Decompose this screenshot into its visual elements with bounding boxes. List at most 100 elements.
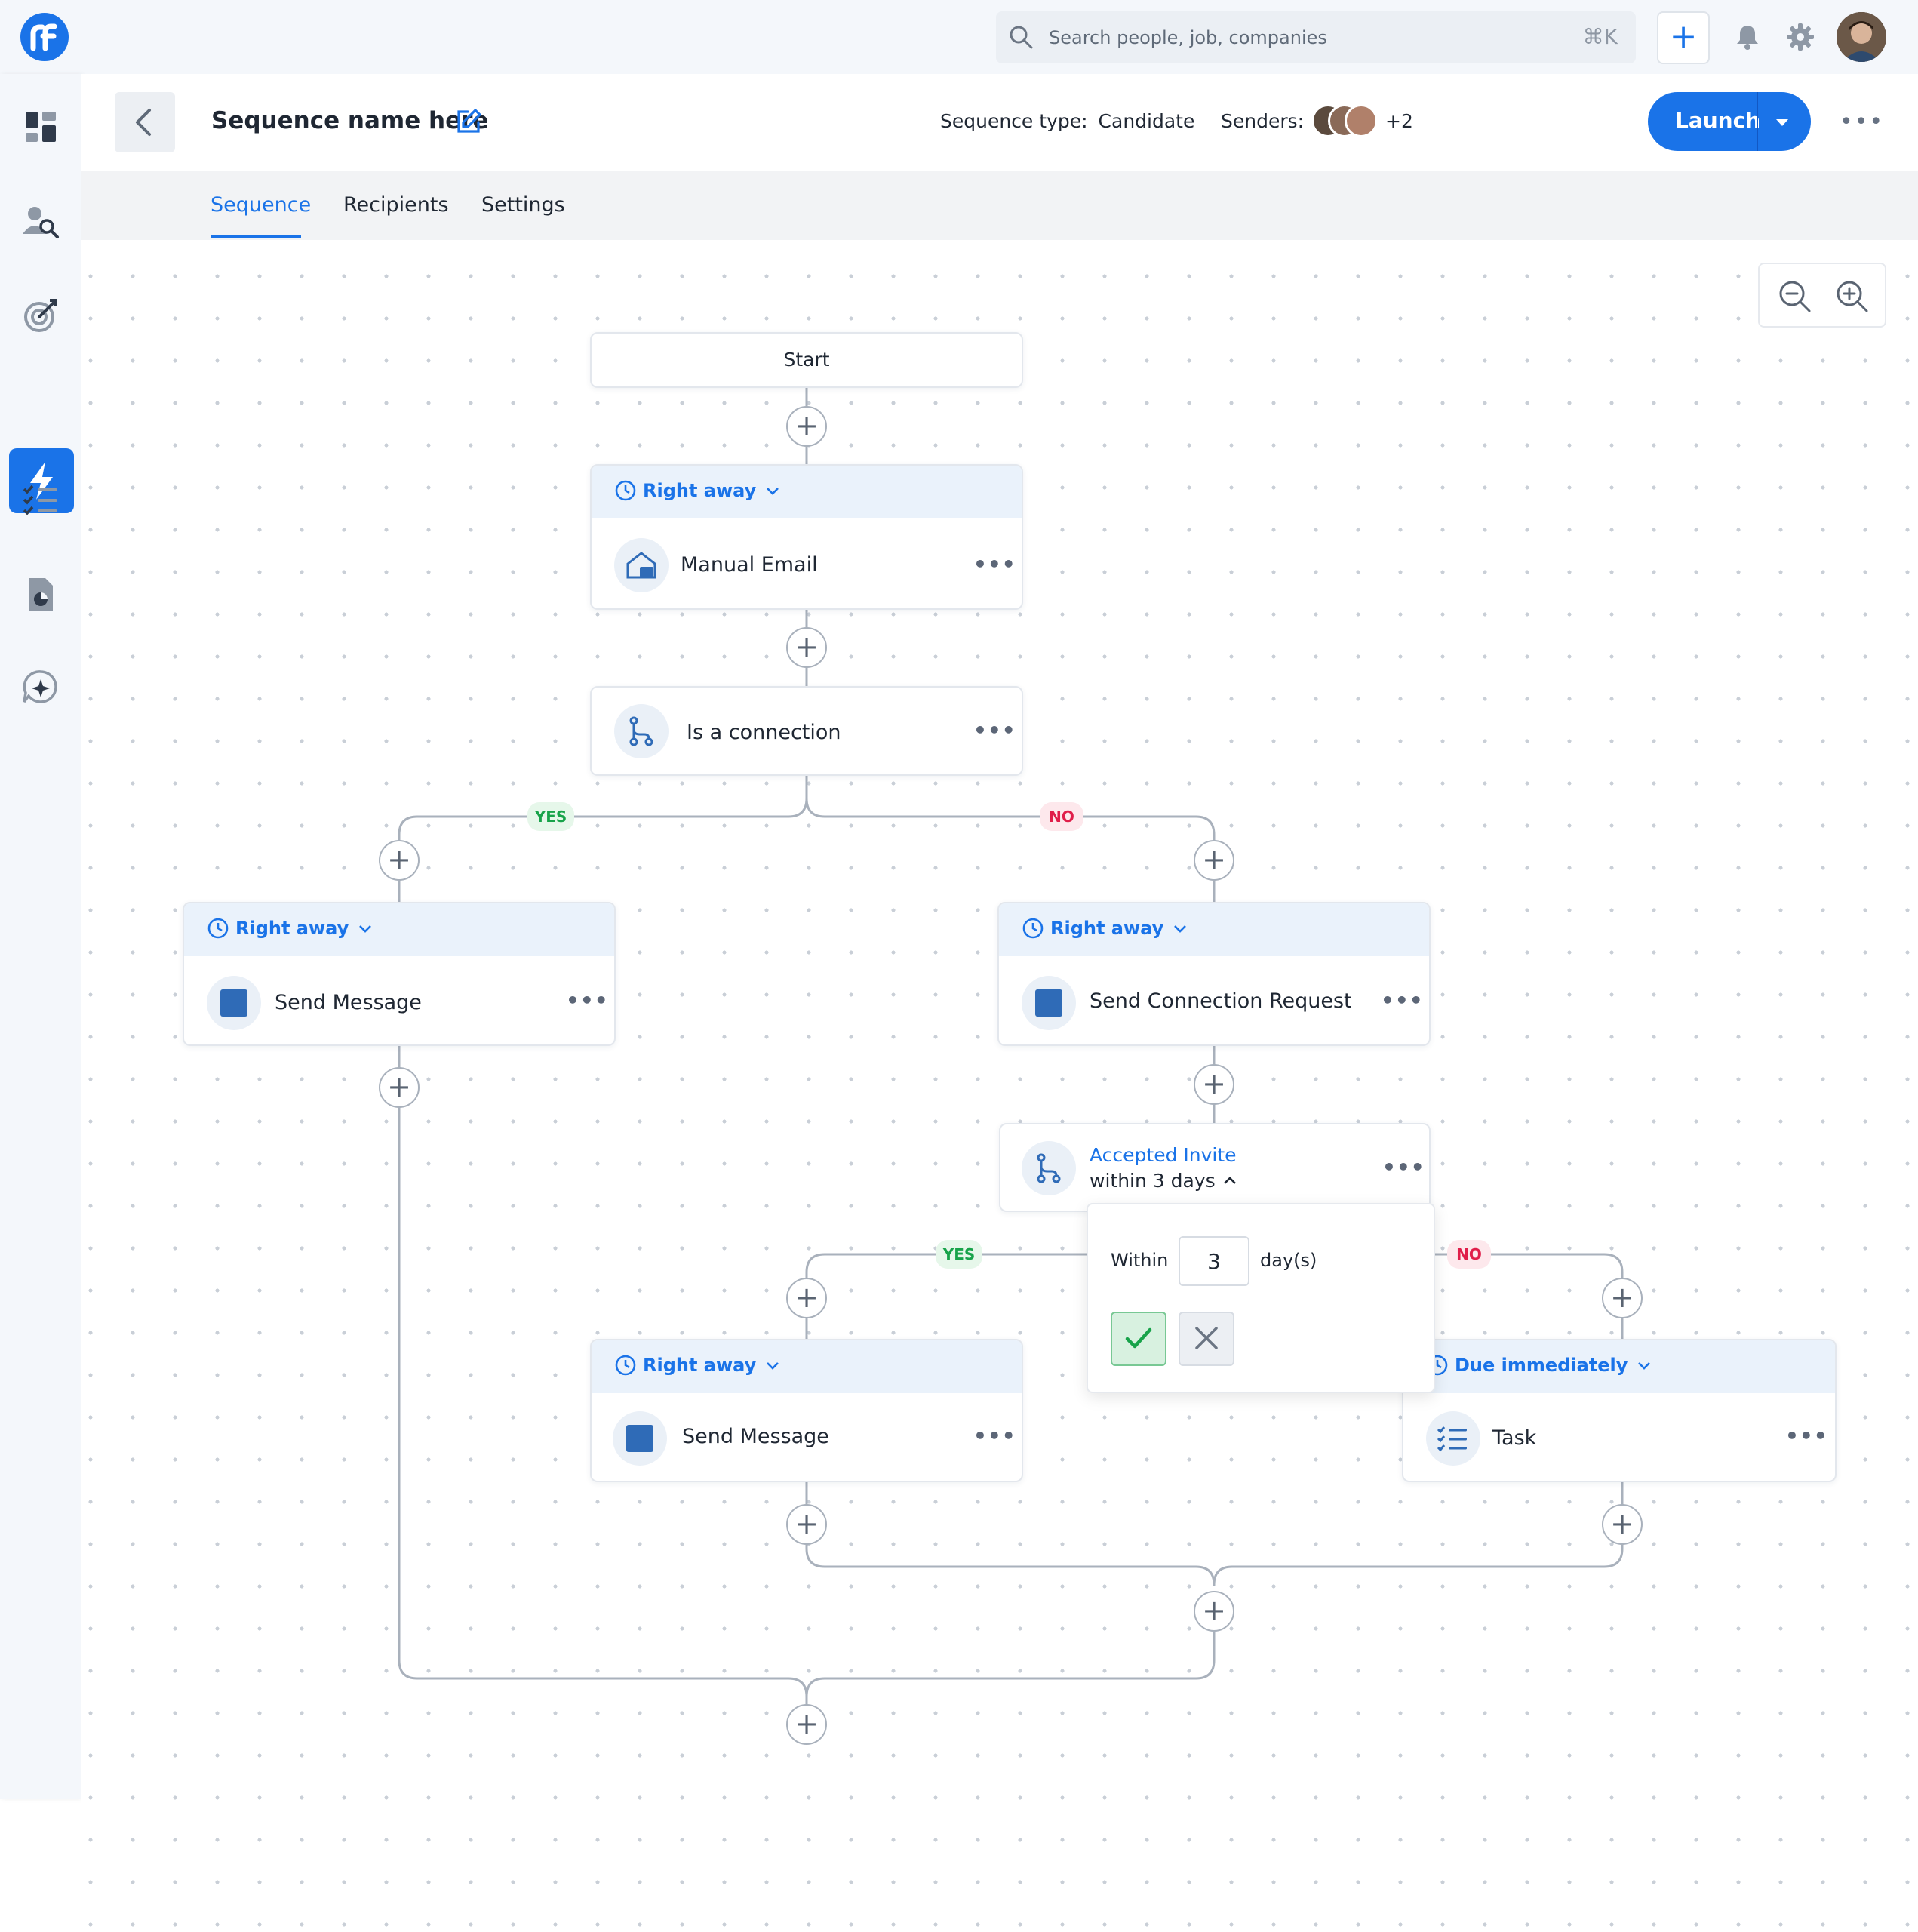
sequence-type: Sequence type: Candidate <box>940 110 1194 132</box>
add-step-button[interactable]: + <box>1194 1591 1234 1632</box>
add-step-button[interactable]: + <box>1194 840 1234 881</box>
step-manual-email[interactable]: Right away Manual Email ••• <box>590 464 1023 610</box>
step-more-button[interactable]: ••• <box>566 988 609 1013</box>
tab-settings[interactable]: Settings <box>481 193 565 217</box>
timing-dropdown[interactable]: Right away <box>614 479 783 502</box>
task-list-icon <box>1426 1411 1480 1466</box>
add-step-button[interactable]: + <box>786 406 827 447</box>
global-search[interactable]: ⌘K <box>996 11 1636 63</box>
tab-recipients[interactable]: Recipients <box>343 193 449 217</box>
launch-divider <box>1757 92 1758 151</box>
condition-more-button[interactable]: ••• <box>973 718 1016 743</box>
yes-badge: YES <box>527 802 574 831</box>
step-send-message[interactable]: Right away Send Message ••• <box>590 1339 1023 1482</box>
ai-chat-icon[interactable] <box>20 667 62 709</box>
step-send-connection-request[interactable]: Right away Send Connection Request ••• <box>997 902 1431 1046</box>
add-step-button[interactable]: + <box>1602 1278 1643 1318</box>
duration-popover: Within day(s) <box>1087 1203 1435 1393</box>
days-input[interactable] <box>1179 1236 1249 1286</box>
chevron-down-icon <box>767 488 779 495</box>
add-step-button[interactable]: + <box>786 627 827 668</box>
condition-duration[interactable]: within 3 days <box>1090 1170 1240 1192</box>
clock-icon <box>615 480 636 501</box>
condition-is-connection[interactable]: Is a connection ••• <box>590 686 1023 776</box>
user-avatar[interactable] <box>1837 12 1886 62</box>
checklist-icon[interactable] <box>20 480 62 522</box>
chevron-down-icon <box>767 1362 779 1370</box>
timing-label: Right away <box>1050 918 1164 939</box>
timing-label: Right away <box>643 480 757 501</box>
edit-icon[interactable] <box>454 107 483 136</box>
cancel-button[interactable] <box>1179 1312 1234 1366</box>
search-shortcut: ⌘K <box>1582 24 1618 49</box>
bell-icon[interactable] <box>1733 23 1762 51</box>
linkedin-message-icon <box>207 976 261 1030</box>
active-tab-indicator <box>211 235 301 238</box>
step-more-button[interactable]: ••• <box>973 552 1016 577</box>
more-options-button[interactable]: ••• <box>1840 109 1883 135</box>
dashboard-icon[interactable] <box>20 106 62 148</box>
add-step-button[interactable]: + <box>379 1067 420 1108</box>
add-button[interactable]: + <box>1657 11 1710 64</box>
zoom-out-icon[interactable] <box>1776 278 1814 315</box>
gear-icon[interactable] <box>1785 22 1815 52</box>
step-more-button[interactable]: ••• <box>1381 988 1424 1013</box>
timing-dropdown[interactable]: Right away <box>614 1354 783 1377</box>
chevron-left-icon <box>136 109 151 136</box>
target-icon[interactable] <box>20 294 62 337</box>
people-search-icon[interactable] <box>20 201 62 243</box>
add-step-button[interactable]: + <box>786 1704 827 1745</box>
no-badge: NO <box>1447 1240 1491 1269</box>
step-header: Right away <box>184 903 614 956</box>
timing-dropdown[interactable]: Due immediately <box>1426 1354 1655 1377</box>
close-icon <box>1195 1327 1218 1349</box>
launch-label: Launch <box>1675 108 1761 133</box>
caret-down-icon[interactable] <box>1772 112 1793 133</box>
confirm-button[interactable] <box>1111 1312 1166 1366</box>
condition-accepted-invite[interactable]: Accepted Invite within 3 days ••• <box>999 1123 1431 1212</box>
condition-subtitle: within 3 days <box>1090 1170 1216 1192</box>
days-unit-label: day(s) <box>1260 1250 1317 1271</box>
timing-dropdown[interactable]: Right away <box>207 917 376 940</box>
timing-label: Due immediately <box>1455 1355 1628 1376</box>
start-label: Start <box>783 349 830 371</box>
within-label: Within <box>1111 1250 1169 1271</box>
condition-more-button[interactable]: ••• <box>1382 1155 1425 1180</box>
sender-avatar <box>1345 104 1378 137</box>
sidebar <box>0 74 81 1799</box>
back-button[interactable] <box>115 92 175 152</box>
launch-button[interactable]: Launch <box>1648 92 1811 151</box>
step-header: Right away <box>999 903 1429 956</box>
app-logo[interactable] <box>20 12 69 62</box>
condition-title: Accepted Invite <box>1090 1144 1237 1166</box>
step-send-message[interactable]: Right away Send Message ••• <box>183 902 616 1046</box>
clock-icon <box>1022 918 1044 939</box>
chevron-down-icon <box>1174 925 1187 933</box>
step-label: Send Connection Request <box>1090 989 1352 1013</box>
tab-sequence[interactable]: Sequence <box>211 193 311 217</box>
no-badge: NO <box>1040 802 1083 831</box>
step-header: Right away <box>592 466 1022 518</box>
timing-label: Right away <box>643 1355 757 1376</box>
senders-extra-count: +2 <box>1385 110 1413 132</box>
add-step-button[interactable]: + <box>786 1504 827 1545</box>
clock-icon <box>207 918 229 939</box>
start-node[interactable]: Start <box>590 332 1023 388</box>
zoom-in-icon[interactable] <box>1833 278 1871 315</box>
step-more-button[interactable]: ••• <box>1785 1423 1828 1448</box>
timing-dropdown[interactable]: Right away <box>1022 917 1191 940</box>
add-step-button[interactable]: + <box>379 840 420 881</box>
report-icon[interactable] <box>20 574 62 616</box>
add-step-button[interactable]: + <box>1602 1504 1643 1545</box>
branch-icon <box>614 704 669 758</box>
search-input[interactable] <box>1049 20 1532 54</box>
step-label: Manual Email <box>681 553 818 577</box>
add-step-button[interactable]: + <box>786 1278 827 1318</box>
add-step-button[interactable]: + <box>1194 1064 1234 1105</box>
clock-icon <box>615 1355 636 1376</box>
step-task[interactable]: Due immediately Task ••• <box>1402 1339 1837 1482</box>
sequence-type-label: Sequence type: <box>940 110 1088 132</box>
step-more-button[interactable]: ••• <box>973 1423 1016 1448</box>
zoom-controls <box>1758 263 1886 328</box>
linkedin-connect-icon <box>1022 976 1076 1030</box>
